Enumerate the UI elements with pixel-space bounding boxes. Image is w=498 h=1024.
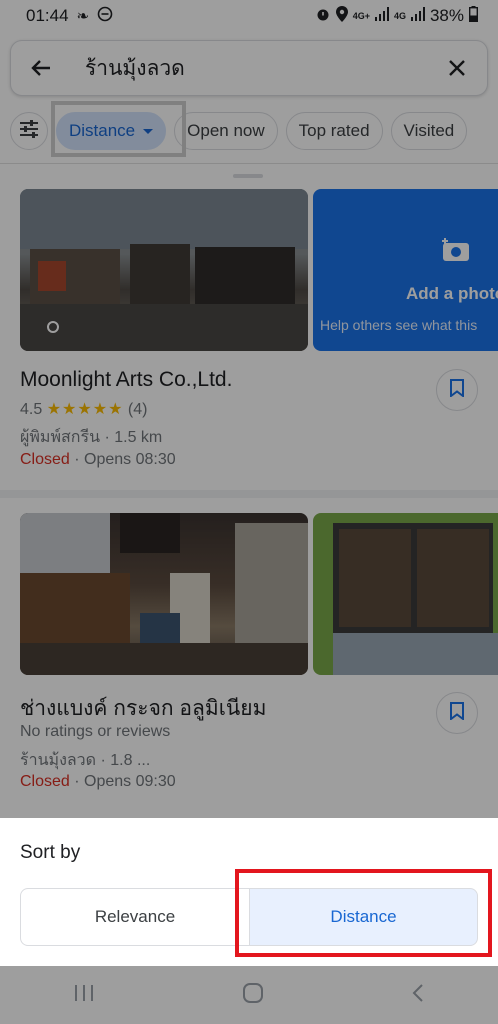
home-icon[interactable] xyxy=(242,982,264,1009)
system-nav-bar xyxy=(0,966,498,1024)
sheet-title: Sort by xyxy=(20,842,81,863)
modal-scrim[interactable] xyxy=(0,0,498,818)
recent-apps-icon[interactable] xyxy=(73,984,95,1007)
back-icon[interactable] xyxy=(411,983,425,1008)
sort-option-relevance[interactable]: Relevance xyxy=(20,888,250,946)
highlight-annotation xyxy=(235,869,492,957)
